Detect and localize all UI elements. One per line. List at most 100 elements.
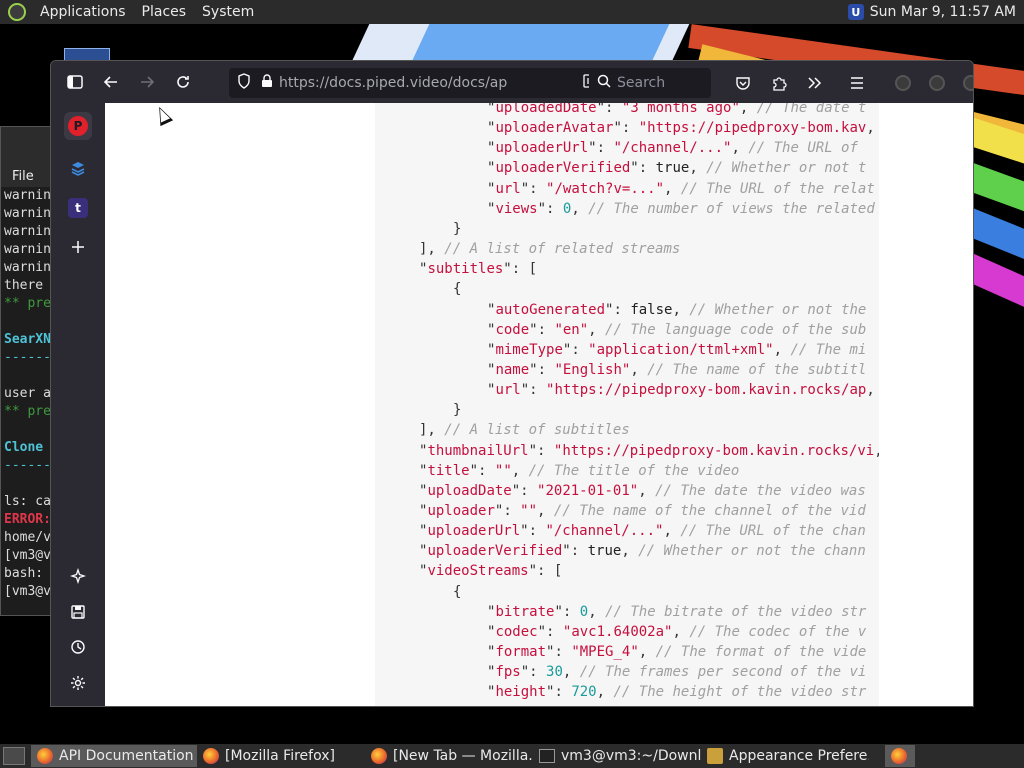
code-colon: : [537, 361, 555, 378]
code-colon: : [596, 140, 614, 157]
url-bar[interactable]: https://docs.piped.video/docs/api-d [229, 68, 629, 98]
code-line: "codec": "avc1.64002a", // The codec of … [487, 622, 866, 642]
code-colon: : [546, 200, 563, 217]
add-sidebar-panel-icon[interactable] [64, 233, 92, 261]
code-bracket: } [453, 220, 462, 237]
firefox-window[interactable]: https://docs.piped.video/docs/api-d Sear… [50, 60, 974, 707]
places-menu[interactable]: Places [134, 4, 195, 20]
code-colon: : [537, 563, 554, 580]
code-line: "bitrate": 0, // The bitrate of the vide… [487, 602, 866, 622]
pocket-icon[interactable] [729, 69, 757, 97]
code-key: fps [495, 664, 521, 681]
page-content: "uploadedDate": "3 months ago", // The d… [105, 103, 973, 706]
code-comma: , [731, 140, 740, 157]
system-menu[interactable]: System [194, 4, 262, 20]
code-comment: // The format of the vide [655, 644, 867, 661]
url-text[interactable]: https://docs.piped.video/docs/api-d [279, 75, 507, 91]
code-value: 0 [579, 603, 589, 620]
code-block: "uploadedDate": "3 months ago", // The d… [375, 103, 879, 706]
code-line: "uploaderUrl": "/channel/...", // The UR… [419, 521, 866, 541]
layers-icon[interactable] [64, 154, 92, 182]
applications-menu[interactable]: Applications [32, 4, 134, 20]
extensions-icon[interactable] [765, 69, 793, 97]
taskbar-task-api-docs[interactable]: API Documentation ... [31, 745, 197, 767]
code-key: thumbnailUrl [427, 442, 529, 459]
code-value: "https://pipedproxy-bom.kavin.rocks/ap [546, 382, 867, 399]
user-status-icon[interactable]: U [847, 4, 864, 20]
firefox-icon [203, 748, 219, 764]
taskbar-task-label: API Documentation ... [59, 748, 197, 764]
code-key: mimeType [495, 341, 563, 358]
back-button[interactable] [97, 68, 125, 96]
code-value: "" [520, 503, 538, 519]
history-icon[interactable] [64, 633, 92, 661]
code-key: url [495, 382, 521, 399]
hamburger-menu-icon[interactable] [843, 69, 871, 97]
piped-icon[interactable]: P [64, 112, 92, 140]
lock-icon[interactable] [261, 74, 273, 92]
code-comma: , [638, 482, 647, 499]
code-bracket: [ [528, 261, 538, 278]
code-comment: // The name of the subtitl [647, 361, 867, 378]
minimize-window-button[interactable] [895, 75, 911, 91]
code-comment: // The codec of the v [689, 623, 867, 640]
search-bar[interactable]: Search [589, 68, 711, 98]
code-line: "title": "", // The title of the video [419, 461, 739, 481]
taskbar-task-mozilla-firefox[interactable]: [Mozilla Firefox] [197, 745, 365, 767]
code-key: uploadedDate [495, 103, 597, 116]
maximize-window-button[interactable] [929, 75, 945, 91]
code-key: uploadDate [427, 482, 512, 499]
code-colon: : [562, 603, 580, 620]
code-line: } [453, 219, 461, 239]
code-quote: " [596, 103, 606, 116]
code-quote: " [469, 462, 479, 479]
code-value: "English" [554, 361, 631, 378]
code-line: { [453, 582, 461, 602]
sidebar-toggle-icon[interactable] [61, 68, 89, 96]
code-line: "videoStreams": [ [419, 561, 562, 581]
taskbar-task-label: vm3@vm3:~/Downl... [561, 748, 701, 764]
code-quote: " [529, 321, 538, 338]
taskbar-task-appearance[interactable]: Appearance Prefere... [701, 745, 869, 767]
workspace-switcher[interactable] [885, 745, 915, 767]
save-icon[interactable] [64, 598, 92, 626]
taskbar-task-new-tab[interactable]: [New Tab — Mozilla... [365, 745, 533, 767]
tumblr-icon[interactable]: t [64, 194, 92, 222]
code-key: videoStreams [427, 563, 529, 580]
code-line: "code": "en", // The language code of th… [487, 320, 866, 340]
code-value: 720 [571, 684, 597, 701]
code-colon: : [605, 103, 622, 116]
code-colon: : [571, 341, 589, 358]
code-value: "3 months ago" [621, 103, 740, 116]
code-line: "uploaderUrl": "/channel/...", // The UR… [487, 138, 858, 158]
code-quote: " [630, 160, 639, 177]
reload-button[interactable] [169, 68, 197, 96]
show-desktop-button[interactable] [3, 747, 25, 765]
taskbar-task-terminal[interactable]: vm3@vm3:~/Downl... [533, 745, 701, 767]
sparkle-icon[interactable] [64, 562, 92, 590]
preferences-icon [707, 748, 723, 764]
code-quote: " [537, 623, 547, 640]
code-comma: , [773, 341, 783, 358]
search-icon [597, 74, 611, 92]
tracking-protection-icon[interactable] [237, 73, 251, 93]
code-line: "mimeType": "application/ttml+xml", // T… [487, 340, 866, 360]
code-line: "uploadDate": "2021-01-01", // The date … [419, 481, 866, 501]
code-colon: : [511, 261, 529, 278]
code-colon: : [613, 301, 631, 318]
distro-logo-icon[interactable] [8, 3, 26, 21]
code-key: views [495, 200, 538, 217]
close-window-button[interactable] [963, 75, 973, 91]
panel-clock[interactable]: Sun Mar 9, 11:57 AM [870, 4, 1016, 20]
code-line: } [453, 400, 461, 420]
forward-button[interactable] [133, 68, 161, 96]
code-line: ], // A list of related streams [419, 239, 680, 259]
terminal-icon [539, 749, 555, 763]
code-value: "MPEG_4" [571, 644, 639, 661]
overflow-chevron-icon[interactable] [801, 69, 829, 97]
gear-icon[interactable] [64, 669, 92, 697]
